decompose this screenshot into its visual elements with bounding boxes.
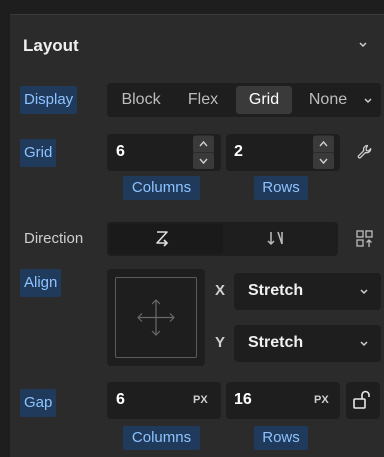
wrench-icon[interactable] <box>356 143 374 161</box>
gap-label: Gap <box>20 389 57 417</box>
align-x-label: X <box>215 282 226 299</box>
grid-rows-decrement[interactable] <box>313 153 334 169</box>
grid-columns-value: 6 <box>116 143 125 160</box>
gap-rows-unit[interactable]: PX <box>314 394 329 406</box>
gap-rows-label: Rows <box>254 426 308 450</box>
display-option-none[interactable]: None <box>300 86 356 114</box>
gap-columns-value: 6 <box>116 391 125 408</box>
chevron-down-icon <box>358 287 370 297</box>
grid-rows-increment[interactable] <box>313 136 334 152</box>
grid-rows-label: Rows <box>254 176 308 200</box>
gap-columns-label: Columns <box>123 426 200 450</box>
direction-column-icon <box>267 231 283 246</box>
section-title: Layout <box>23 36 79 55</box>
display-more-chevron-icon[interactable] <box>362 96 374 106</box>
grid-columns-decrement[interactable] <box>193 153 214 169</box>
align-x-select[interactable]: Stretch <box>234 273 381 310</box>
direction-row-button[interactable] <box>109 224 223 254</box>
gap-columns-unit[interactable]: PX <box>193 394 208 406</box>
grid-rows-value: 2 <box>234 143 243 160</box>
grid-columns-input[interactable]: 6 <box>107 134 221 171</box>
grid-wrap-icon[interactable] <box>355 229 375 249</box>
gap-columns-input[interactable]: 6 PX <box>107 382 221 419</box>
direction-row-reverse-button[interactable] <box>224 224 336 254</box>
display-label: Display <box>20 86 78 114</box>
display-option-block[interactable]: Block <box>113 86 169 114</box>
collapse-chevron-icon[interactable] <box>357 40 369 50</box>
unlock-icon <box>353 390 370 409</box>
direction-label: Direction <box>24 230 84 247</box>
alignment-preview <box>115 277 197 358</box>
grid-rows-stepper[interactable] <box>313 135 334 169</box>
gap-rows-input[interactable]: 16 PX <box>226 382 340 419</box>
display-option-grid[interactable]: Grid <box>236 86 292 114</box>
align-y-value: Stretch <box>248 334 304 351</box>
grid-label: Grid <box>20 139 57 167</box>
grid-columns-increment[interactable] <box>193 136 214 152</box>
grid-columns-label: Columns <box>123 176 200 200</box>
align-x-value: Stretch <box>248 282 304 299</box>
align-y-label: Y <box>215 334 226 351</box>
grid-rows-input[interactable]: 2 <box>226 134 340 171</box>
align-label: Align <box>20 269 62 297</box>
move-arrows-icon <box>137 299 175 336</box>
gap-link-button[interactable] <box>346 382 380 419</box>
align-y-select[interactable]: Stretch <box>234 325 381 362</box>
alignment-box[interactable] <box>107 269 205 366</box>
chevron-down-icon <box>358 339 370 349</box>
display-option-flex[interactable]: Flex <box>178 86 228 114</box>
gap-rows-value: 16 <box>234 391 252 408</box>
grid-columns-stepper[interactable] <box>193 135 214 169</box>
direction-row-icon <box>156 231 169 247</box>
